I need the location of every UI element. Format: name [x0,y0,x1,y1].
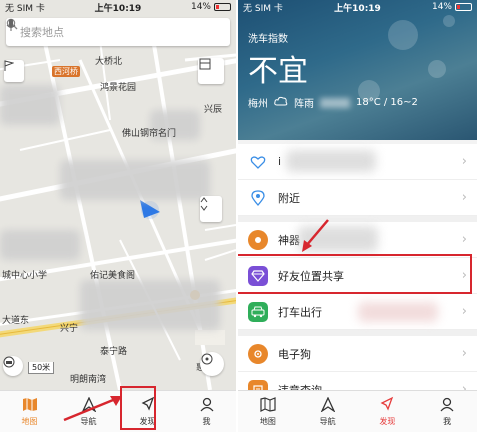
clock-text: 上午10:19 [94,3,142,14]
compass-icon [379,396,395,414]
battery-icon [455,3,472,11]
blurred-area [0,230,80,260]
person-icon [200,397,214,414]
tab-label: 我 [443,416,452,426]
list-item[interactable]: 神器 › [238,222,477,258]
tab-label: 发现 [379,417,396,426]
cloud-icon [274,96,288,109]
orange-app-icon [248,229,268,250]
tab-label: 我 [202,416,211,426]
person-icon [440,397,454,414]
highlight-box-friend-location [238,254,472,294]
tab-discover[interactable]: 发现 [358,391,418,432]
tab-navigation[interactable]: 导航 [298,391,358,432]
heart-shield-icon [248,152,268,172]
blurred-area [80,280,220,330]
bottom-tab-bar: 地图 导航 发现 我 [238,390,477,432]
chevron-right-icon: › [461,304,467,319]
list-item-label: 电子狗 [278,347,311,361]
search-placeholder: 搜索地点 [20,26,64,39]
list-item[interactable]: 附近 › [238,180,477,216]
chevron-right-icon: › [461,190,467,205]
zoom-control[interactable] [200,196,222,222]
map-label: 西河桥 [52,66,80,77]
map-label: 城中心小学 [2,271,48,281]
red-arrow-icon [63,396,122,422]
status-bar: 无 SIM 卡 上午10:19 14% [0,0,236,14]
blurred-area [320,97,350,108]
clock-text: 上午10:19 [334,3,381,14]
flag-button[interactable] [4,60,24,82]
battery-icon [214,3,231,11]
map-label: 兴宁 [60,324,79,334]
map-label: 大道东 [2,316,30,326]
map-label: 佑记美食阁 [90,271,136,281]
city-text: 梅州 [248,99,268,110]
tab-label: 导航 [319,416,336,426]
chevron-right-icon: › [461,232,467,247]
right-phone-screen: 洗车指数 不宜 梅州 阵雨 18°C / 16~2 无 SIM 卡 上午10:1… [238,0,477,432]
map-label: 鸿景花园 [100,83,137,93]
tab-map[interactable]: 地图 [238,391,298,432]
map-view[interactable]: 西河桥 大桥北 鸿景花园 佛山钢帘名门 兴辰 城中心小学 佑记美食阁 大道东 兴… [0,0,236,390]
left-phone-screen: 西河桥 大桥北 鸿景花园 佛山钢帘名门 兴辰 城中心小学 佑记美食阁 大道东 兴… [0,0,236,432]
location-pin-icon [248,188,268,208]
list-item[interactable]: 电子狗 › [238,336,477,372]
map-scale: 50米 [28,362,55,374]
tab-label: 地图 [21,416,38,426]
map-label: 兴辰 [204,105,223,115]
hero-subtitle: 洗车指数 [248,34,288,45]
red-arrow-icon [302,219,329,252]
car-icon [248,301,268,322]
camera-icon [248,343,268,364]
weather-text: 阵雨 [294,99,314,110]
weather-info: 梅州 阵雨 18°C / 16~2 [248,95,418,110]
traffic-button[interactable] [3,356,23,376]
list-item-label: 附近 [278,191,300,205]
hero-title: 不宜 [248,54,308,89]
list-item[interactable]: 打车出行 › [238,294,477,330]
locate-button[interactable] [200,352,224,376]
map-label: 佛山钢帘名门 [122,129,177,139]
map-search-bar[interactable]: 搜索地点 [6,18,230,46]
navigation-icon [320,395,336,414]
blurred-area [60,160,210,200]
layers-button[interactable] [198,58,224,84]
chevron-right-icon: › [461,346,467,361]
blurred-area [0,85,60,125]
tab-label: 地图 [259,416,276,426]
map-icon [22,397,38,414]
map-label: 泰宁路 [100,347,128,357]
tab-map[interactable]: 地图 [0,391,59,432]
tab-me[interactable]: 我 [177,391,236,432]
map-icon [260,396,276,414]
status-bar: 无 SIM 卡 上午10:19 14% [238,0,477,14]
weather-hero-banner[interactable]: 洗车指数 不宜 梅州 阵雨 18°C / 16~2 [238,0,477,140]
list-item[interactable]: i › [238,144,477,180]
chevron-right-icon: › [461,154,467,169]
map-label: 大桥北 [95,57,123,67]
temperature-text: 18°C / 16~2 [356,97,418,108]
tab-me[interactable]: 我 [417,391,477,432]
